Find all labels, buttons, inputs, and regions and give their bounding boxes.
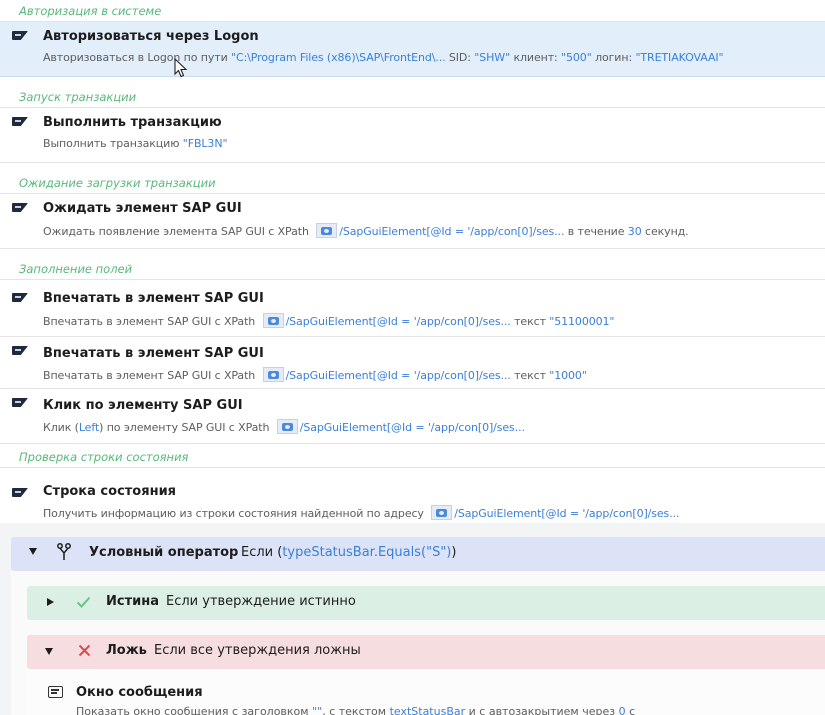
action-title: Строка состояния [43,484,177,499]
mouse-cursor-icon [174,58,188,78]
action-description: Получить информацию из строки состояния … [43,505,680,520]
action-wait-element[interactable]: Ожидать элемент SAP GUI Ожидать появлени… [0,194,825,249]
action-description: Впечатать в элемент SAP GUI с XPath /Sap… [43,367,587,382]
expand-arrow-icon[interactable] [47,598,54,606]
sap-logo-icon [12,293,28,302]
collapse-arrow-icon[interactable] [29,548,37,555]
message-action-description: Показать окно сообщения с заголовком "",… [76,705,636,715]
action-title: Выполнить транзакцию [43,115,222,130]
action-description: Ожидать появление элемента SAP GUI с XPa… [43,223,689,238]
check-icon [76,596,91,608]
branch-false-description: Если все утверждения ложны [154,643,361,658]
section-label-auth: Авторизация в системе [0,0,825,22]
close-icon [78,644,91,657]
sap-logo-icon [12,117,28,126]
action-description: Впечатать в элемент SAP GUI с XPath /Sap… [43,313,615,328]
section-label-fill: Заполнение полей [0,258,825,280]
action-title: Ожидать элемент SAP GUI [43,201,242,216]
section-label-launch: Запуск транзакции [0,86,825,108]
action-title: Впечатать в элемент SAP GUI [43,291,264,306]
camera-icon[interactable] [262,313,284,328]
action-title: Клик по элементу SAP GUI [43,398,243,413]
action-description: Выполнить транзакцию "FBL3N" [43,137,228,150]
branch-icon [57,543,71,560]
message-action-title[interactable]: Окно сообщения [76,685,203,700]
sap-logo-icon [12,346,28,355]
sap-logo-icon [12,488,28,497]
action-title: Впечатать в элемент SAP GUI [43,346,264,361]
camera-icon[interactable] [431,505,453,520]
collapse-arrow-icon[interactable] [45,648,53,655]
condition-expression: Если (typeStatusBar.Equals("S")) [241,545,457,560]
camera-icon[interactable] [276,419,298,434]
action-click-element[interactable]: Клик по элементу SAP GUI Клик (Left) по … [0,389,825,444]
action-status-bar[interactable]: Строка состояния Получить информацию из … [0,468,825,523]
action-run-transaction[interactable]: Выполнить транзакцию Выполнить транзакци… [0,108,825,163]
action-description: Авторизоваться в Logon по пути "C:\Progr… [43,51,724,64]
sap-logo-icon [12,398,28,407]
condition-label: Условный оператор [89,545,239,560]
branch-true-label: Истина [106,594,159,609]
camera-icon[interactable] [262,367,284,382]
sap-logo-icon [12,203,28,212]
action-description: Клик (Left) по элементу SAP GUI с XPath … [43,419,525,434]
action-type-element-1[interactable]: Впечатать в элемент SAP GUI Впечатать в … [0,280,825,337]
section-label-wait-load: Ожидание загрузки транзакции [0,172,825,194]
sap-logo-icon [12,31,28,40]
branch-true-description: Если утверждение истинно [166,594,356,609]
action-title: Авторизоваться через Logon [43,29,259,44]
branch-false-label: Ложь [106,643,147,658]
section-label-status-check: Проверка строки состояния [0,446,825,468]
action-type-element-2[interactable]: Впечатать в элемент SAP GUI Впечатать в … [0,337,825,389]
action-logon[interactable]: Авторизоваться через Logon Авторизоватьс… [0,22,825,77]
message-icon [48,686,63,698]
camera-icon[interactable] [316,223,338,238]
